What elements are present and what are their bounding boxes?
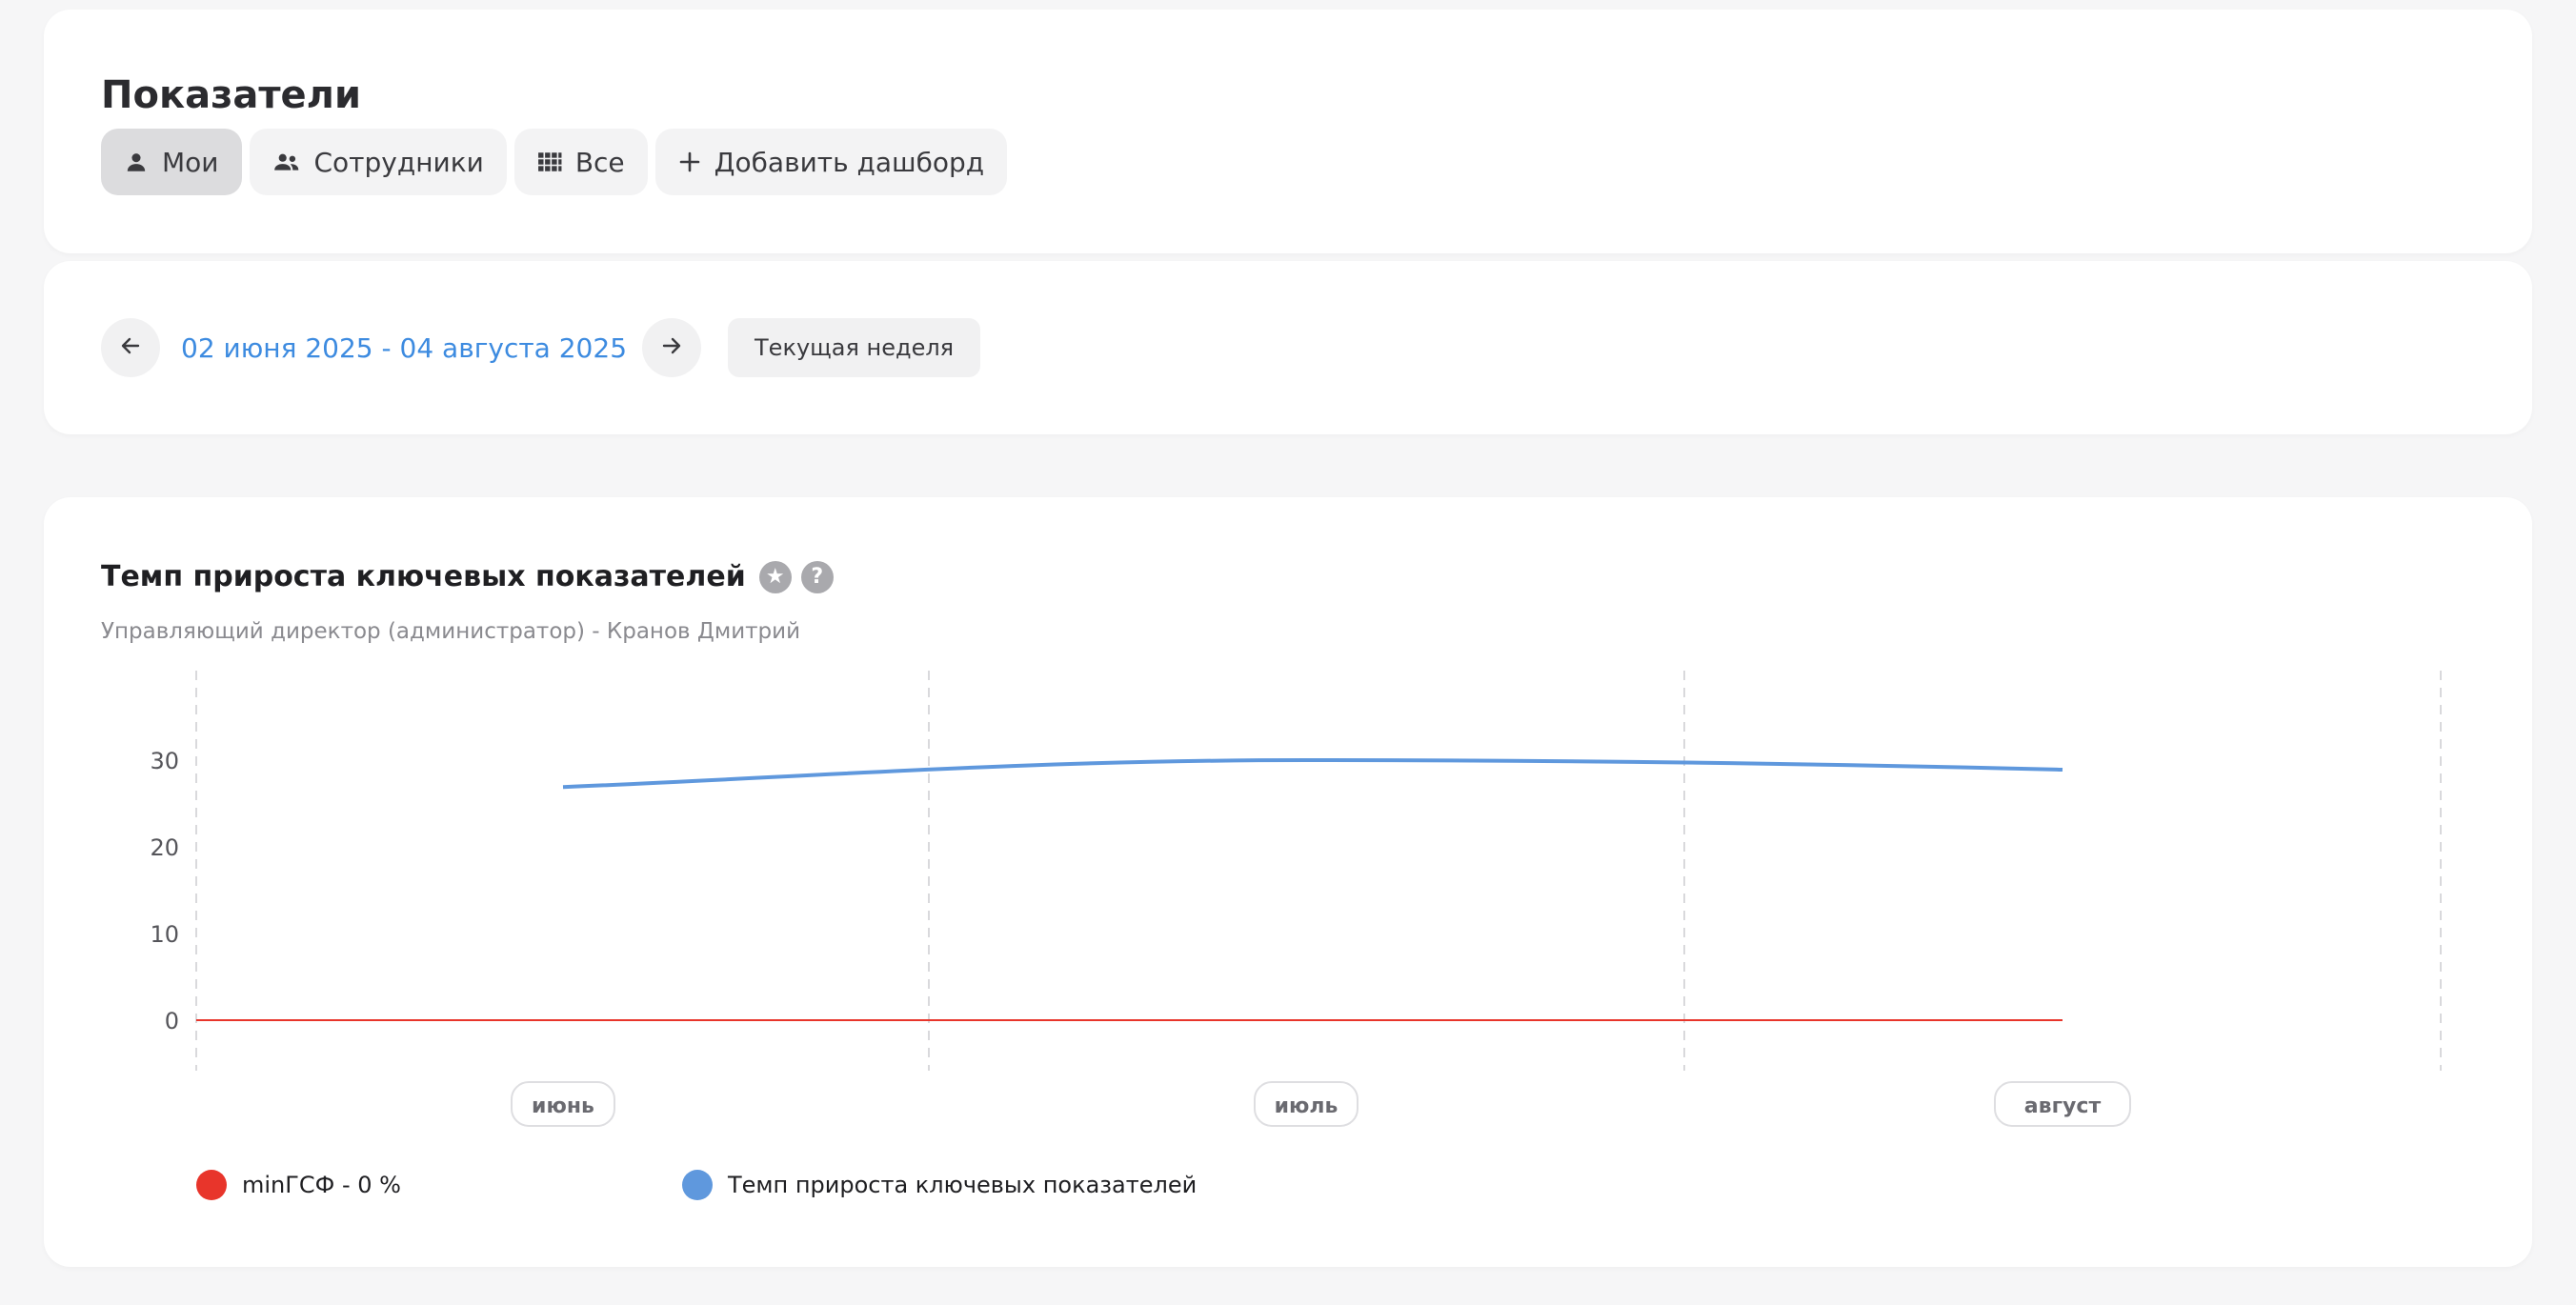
add-dashboard-button[interactable]: Добавить дашборд	[654, 129, 1008, 195]
period-selector: 02 июня 2025 - 04 августа 2025 Текущая н…	[101, 318, 981, 377]
page-title: Показатели	[101, 73, 361, 117]
tab-employees[interactable]: Сотрудники	[249, 129, 507, 195]
chart-series	[196, 757, 2063, 1021]
grid-icon	[537, 150, 562, 174]
series-line	[562, 757, 2063, 790]
y-tick-label: 30	[150, 748, 179, 774]
tab-label: Сотрудники	[313, 146, 484, 178]
legend-dot	[682, 1170, 713, 1200]
previous-period-button[interactable]	[101, 318, 160, 377]
legend-item-min-gsf[interactable]: minГСФ - 0 %	[196, 1170, 401, 1200]
arrow-left-icon	[119, 334, 142, 361]
people-icon	[272, 150, 301, 174]
legend-label: minГСФ - 0 %	[242, 1172, 401, 1198]
y-tick-label: 10	[150, 921, 179, 948]
line-chart: 0 10 20 30 июнь июль август	[150, 671, 2442, 1127]
period-card: 02 июня 2025 - 04 августа 2025 Текущая н…	[44, 261, 2532, 434]
header-card: Показатели Мои Сотрудники Все Добавить д…	[44, 10, 2532, 253]
arrow-right-icon	[660, 334, 683, 361]
chart-grid	[195, 671, 2442, 1071]
tab-all[interactable]: Все	[513, 129, 648, 195]
y-axis-ticks: 0 10 20 30	[150, 748, 179, 1034]
legend-label: Темп прироста ключевых показателей	[728, 1172, 1197, 1198]
legend-dot	[196, 1170, 227, 1200]
y-tick-label: 0	[165, 1008, 179, 1034]
plus-icon	[678, 151, 701, 173]
x-tick-label: июль	[1275, 1094, 1338, 1118]
next-period-button[interactable]	[642, 318, 702, 377]
chart-card: Темп прироста ключевых показателей ★ ? У…	[44, 497, 2532, 1267]
tab-my[interactable]: Мои	[101, 129, 242, 195]
current-week-button[interactable]: Текущая неделя	[728, 318, 981, 377]
tab-label: Добавить дашборд	[714, 146, 985, 178]
legend-item-growth-rate[interactable]: Темп прироста ключевых показателей	[682, 1170, 1197, 1200]
tab-label: Мои	[162, 146, 219, 178]
x-tick-label: июнь	[532, 1094, 594, 1118]
dashboard-tabs: Мои Сотрудники Все Добавить дашборд	[101, 129, 1008, 195]
x-tick-label: август	[2024, 1094, 2102, 1118]
period-range[interactable]: 02 июня 2025 - 04 августа 2025	[181, 332, 627, 364]
tab-label: Все	[574, 146, 625, 178]
x-axis-ticks: июнь июль август	[511, 1081, 2131, 1127]
person-icon	[124, 150, 149, 174]
y-tick-label: 20	[150, 834, 179, 861]
